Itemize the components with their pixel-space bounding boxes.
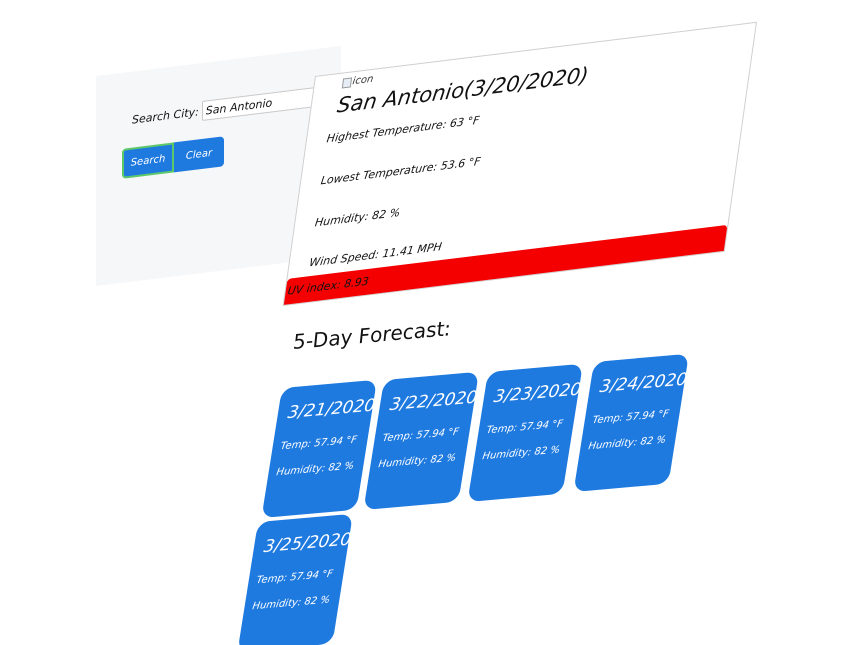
forecast-card: 3/24/2020 Temp: 57.94 °F Humidity: 82 % bbox=[573, 353, 689, 492]
forecast-temp: Temp: 57.94 °F bbox=[591, 408, 670, 427]
forecast-humidity: Humidity: 82 % bbox=[587, 434, 667, 453]
forecast-date: 3/21/2020 bbox=[286, 395, 377, 424]
search-button-group: Search Clear bbox=[122, 136, 224, 179]
forecast-humidity: Humidity: 82 % bbox=[275, 460, 355, 479]
forecast-humidity: Humidity: 82 % bbox=[481, 444, 561, 463]
weather-icon: icon bbox=[341, 73, 375, 89]
highest-temperature: Highest Temperature: 63 °F bbox=[325, 113, 481, 146]
forecast-date: 3/24/2020 bbox=[598, 369, 689, 398]
forecast-date: 3/22/2020 bbox=[388, 387, 479, 416]
forecast-date: 3/25/2020 bbox=[262, 529, 353, 558]
forecast-humidity: Humidity: 82 % bbox=[251, 594, 331, 613]
forecast-card: 3/23/2020 Temp: 57.94 °F Humidity: 82 % bbox=[467, 363, 583, 502]
clear-button[interactable]: Clear bbox=[174, 136, 224, 173]
uv-index-bar: UV index: 8.93 bbox=[283, 224, 728, 305]
current-weather-card: icon San Antonio(3/20/2020) Highest Temp… bbox=[282, 21, 757, 307]
forecast-temp: Temp: 57.94 °F bbox=[255, 568, 334, 587]
forecast-humidity: Humidity: 82 % bbox=[377, 452, 457, 471]
forecast-temp: Temp: 57.94 °F bbox=[381, 426, 460, 445]
humidity: Humidity: 82 % bbox=[314, 205, 401, 230]
forecast-temp: Temp: 57.94 °F bbox=[485, 418, 564, 437]
broken-image-icon bbox=[341, 76, 353, 88]
forecast-temp: Temp: 57.94 °F bbox=[279, 434, 358, 453]
forecast-date: 3/23/2020 bbox=[492, 379, 583, 408]
app-stage: Search City: Search Clear icon San Anton… bbox=[0, 0, 841, 645]
uv-index-text: UV index: 8.93 bbox=[286, 274, 370, 298]
forecast-title: 5-Day Forecast: bbox=[292, 316, 452, 354]
forecast-card: 3/22/2020 Temp: 57.94 °F Humidity: 82 % bbox=[363, 371, 479, 510]
lowest-temperature: Lowest Temperature: 53.6 °F bbox=[319, 154, 482, 188]
search-button[interactable]: Search bbox=[122, 142, 174, 179]
current-weather-content: icon San Antonio(3/20/2020) Highest Temp… bbox=[283, 23, 756, 305]
forecast-card: 3/21/2020 Temp: 57.94 °F Humidity: 82 % bbox=[261, 379, 377, 518]
city-date-title: San Antonio(3/20/2020) bbox=[335, 62, 591, 118]
search-row: Search City: bbox=[132, 86, 324, 130]
forecast-card: 3/25/2020 Temp: 57.94 °F Humidity: 82 % bbox=[237, 513, 353, 645]
weather-icon-alt-text: icon bbox=[351, 73, 375, 88]
search-city-label: Search City: bbox=[132, 104, 199, 127]
search-city-input[interactable] bbox=[201, 86, 324, 122]
